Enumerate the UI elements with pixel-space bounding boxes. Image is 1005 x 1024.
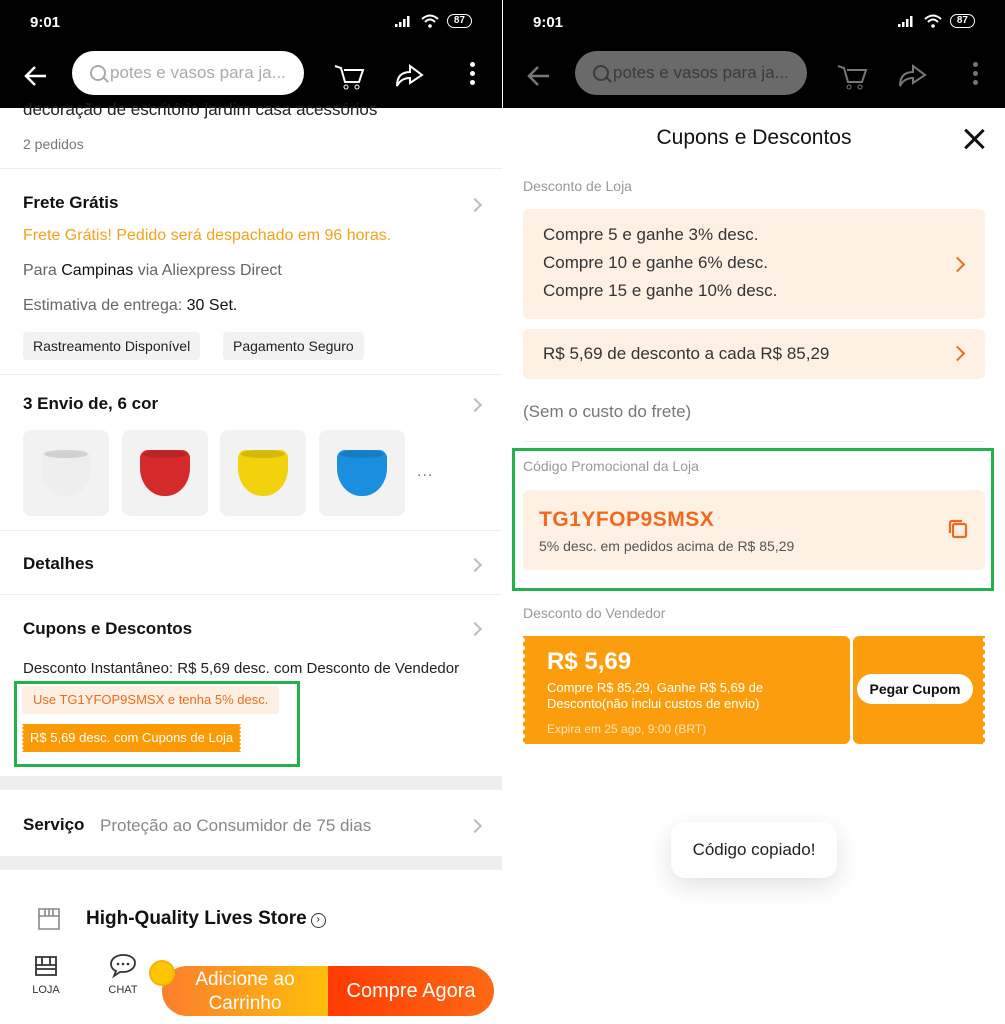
coupon-stub: Pegar Cupom	[853, 636, 985, 744]
tier-line: Compre 15 e ganhe 10% desc.	[543, 281, 778, 300]
service-label: Serviço	[23, 815, 85, 834]
chevron-right-icon	[467, 621, 483, 637]
wifi-icon	[924, 14, 942, 28]
chevron-right-icon	[467, 197, 483, 213]
store-name: High-Quality Lives Store ›	[86, 908, 326, 930]
chevron-right-icon	[467, 557, 483, 573]
signal-icon	[394, 16, 410, 27]
variant-yellow[interactable]	[220, 430, 306, 516]
variant-white[interactable]	[23, 430, 109, 516]
more-options-icon[interactable]	[470, 62, 476, 85]
status-bar: 9:01 87	[503, 0, 1005, 46]
variants-title: 3 Envio de, 6 cor	[23, 394, 159, 413]
search-icon	[593, 65, 609, 81]
highlight-box	[14, 681, 300, 767]
service-value: Proteção ao Consumidor de 75 dias	[100, 816, 372, 835]
status-time: 9:01	[533, 14, 564, 31]
shop-icon	[35, 956, 57, 976]
coupons-sheet-screen: 9:01 87 potes e vasos para ja... Cupons …	[503, 0, 1005, 1024]
highlight-box	[512, 448, 994, 591]
top-bar: potes e vasos para ja...	[0, 46, 502, 108]
more-variants[interactable]: ...	[417, 463, 433, 481]
store-icon	[38, 908, 60, 930]
no-shipping-note: (Sem o custo do frete)	[523, 402, 692, 421]
orders-count: 2 pedidos	[23, 136, 84, 152]
product-title: decoração de escritório jardim casa aces…	[23, 100, 378, 119]
tier-discount-card[interactable]: Compre 5 e ganhe 3% desc. Compre 10 e ga…	[523, 209, 985, 319]
copied-toast: Código copiado!	[671, 822, 837, 878]
shipping-destination: Para Campinas via Aliexpress Direct	[23, 262, 282, 279]
store-nav-button[interactable]: LOJA	[21, 952, 71, 996]
cart-icon	[837, 65, 868, 90]
pot-image	[140, 450, 190, 496]
details-title: Detalhes	[23, 554, 94, 573]
search-input[interactable]: potes e vasos para ja...	[72, 51, 304, 95]
close-icon[interactable]	[963, 128, 985, 150]
sheet-title: Cupons e Descontos	[656, 126, 852, 149]
tier-line: Compre 5 e ganhe 3% desc.	[543, 225, 759, 244]
coupon-description: Compre R$ 85,29, Ganhe R$ 5,69 de Descon…	[547, 680, 764, 711]
coupon-body: R$ 5,69 Compre R$ 85,29, Ganhe R$ 5,69 d…	[523, 636, 850, 744]
pot-image	[337, 450, 387, 496]
more-options-icon	[973, 62, 979, 85]
product-screen: 9:01 87 potes e vasos para ja... decoraç…	[0, 0, 502, 1024]
back-arrow-icon	[527, 66, 549, 86]
battery-indicator: 87	[446, 14, 472, 28]
instant-discount: Desconto Instantâneo: R$ 5,69 desc. com …	[23, 660, 460, 677]
chat-icon	[110, 954, 136, 979]
variant-red[interactable]	[122, 430, 208, 516]
get-coupon-button[interactable]: Pegar Cupom	[857, 674, 973, 704]
seller-coupon: R$ 5,69 Compre R$ 85,29, Ganhe R$ 5,69 d…	[523, 636, 985, 744]
share-icon	[899, 64, 927, 87]
top-bar-dimmed: potes e vasos para ja...	[503, 46, 1005, 108]
coupon-amount: R$ 5,69	[547, 648, 632, 675]
tracking-chip: Rastreamento Disponível	[23, 332, 201, 360]
every-discount-text: R$ 5,69 de desconto a cada R$ 85,29	[543, 344, 830, 363]
circle-arrow-icon: ›	[310, 913, 326, 928]
store-discount-label: Desconto de Loja	[523, 178, 632, 194]
status-time: 9:01	[30, 14, 61, 31]
coupon-expiry: Expira em 25 ago, 9:00 (BRT)	[547, 722, 707, 736]
secure-payment-chip: Pagamento Seguro	[223, 332, 364, 360]
pot-image	[41, 450, 91, 496]
shipping-title: Frete Grátis	[23, 193, 119, 212]
variant-blue[interactable]	[319, 430, 405, 516]
search-icon	[90, 65, 106, 81]
wifi-icon	[421, 14, 439, 28]
delivery-estimate: Estimativa de entrega: 30 Set.	[23, 297, 238, 314]
tier-line: Compre 10 e ganhe 6% desc.	[543, 253, 768, 272]
seller-discount-label: Desconto do Vendedor	[523, 605, 666, 621]
every-discount-card[interactable]: R$ 5,69 de desconto a cada R$ 85,29	[523, 329, 985, 379]
chevron-right-icon	[467, 818, 483, 834]
coupons-bottom-sheet: Cupons e Descontos Desconto de Loja Comp…	[503, 108, 1005, 1024]
coin-icon	[149, 960, 175, 986]
cart-icon[interactable]	[332, 58, 366, 92]
chevron-right-icon	[467, 397, 483, 413]
coupons-title: Cupons e Descontos	[23, 619, 193, 638]
share-icon[interactable]	[392, 58, 426, 92]
bottom-action-bar: LOJA CHAT Adicione ao Carrinho Compre Ago…	[0, 944, 502, 1024]
signal-icon	[897, 16, 913, 27]
pot-image	[238, 450, 288, 496]
shipping-promo: Frete Grátis! Pedido será despachado em …	[23, 227, 392, 244]
add-to-cart-button[interactable]: Adicione ao Carrinho	[162, 966, 328, 1016]
search-input: potes e vasos para ja...	[575, 51, 807, 95]
battery-indicator: 87	[949, 14, 975, 28]
status-bar: 9:01 87	[0, 0, 502, 46]
buy-now-button[interactable]: Compre Agora	[328, 966, 494, 1016]
chat-nav-button[interactable]: CHAT	[98, 952, 148, 996]
back-arrow-icon[interactable]	[22, 62, 50, 90]
